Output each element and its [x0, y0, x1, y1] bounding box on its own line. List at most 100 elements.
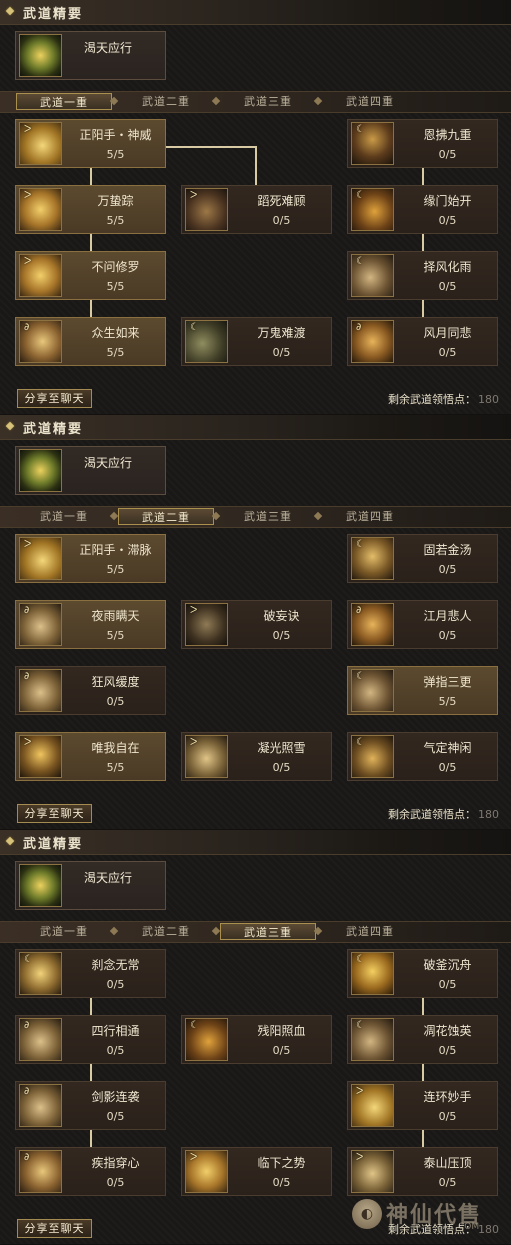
green-palm-icon: ☾ [185, 320, 228, 363]
skill-name: 破釜沉舟 [423, 958, 472, 972]
skill-node[interactable]: ☾ 刹念无常 0/5 [15, 949, 166, 998]
skill-node[interactable]: ᐳ 不问修罗 5/5 [15, 251, 166, 300]
tab-tier-3[interactable]: 武道三重 [220, 93, 316, 110]
mountain-icon: ᐳ [351, 1150, 394, 1193]
section-title: 武道精要 [23, 7, 84, 22]
mountain-icon: ᐳ [185, 735, 228, 778]
tab-tier-1[interactable]: 武道一重 [16, 93, 112, 110]
icon-rune: ᐳ [356, 1152, 364, 1163]
skill-node[interactable]: ∂ 四行相通 0/5 [15, 1015, 166, 1064]
golden-shield-icon: ☾ [351, 537, 394, 580]
icon-rune: ☾ [356, 190, 365, 201]
skill-node[interactable]: ☾ 缘门始开 0/5 [347, 185, 498, 234]
skill-level: 0/5 [438, 148, 457, 161]
essence-skill-name: 渴天应行 [84, 456, 133, 470]
tab-tier-3[interactable]: 武道三重 [220, 508, 316, 525]
essence-skill[interactable]: 渴天应行 [15, 861, 166, 910]
skill-panel: 武道精要渴天应行武道一重 武道二重 武道三重 武道四重 ᐳ 正阳手・滞脉 5/5 ☾ 固若金汤 0… [0, 415, 511, 829]
skill-node[interactable]: ☾ 凋花蚀英 0/5 [347, 1015, 498, 1064]
sword-slash-icon: ∂ [19, 669, 62, 712]
skill-name: 凝光照雪 [257, 741, 306, 755]
connector-line [422, 233, 424, 251]
skill-name: 正阳手・神威 [79, 128, 152, 142]
skill-name: 刹念无常 [91, 958, 140, 972]
icon-rune: ☾ [24, 954, 33, 965]
connector-line [422, 1129, 424, 1147]
tab-tier-1[interactable]: 武道一重 [16, 508, 112, 525]
icon-rune: ᐳ [190, 190, 198, 201]
skill-node[interactable]: ᐳ 正阳手・滞脉 5/5 [15, 534, 166, 583]
tab-tier-2[interactable]: 武道二重 [118, 93, 214, 110]
skill-level: 5/5 [106, 761, 125, 774]
skill-name: 固若金汤 [423, 543, 472, 557]
share-to-chat-button[interactable]: 分享至聊天 [17, 389, 92, 408]
skill-node[interactable]: ☾ 固若金汤 0/5 [347, 534, 498, 583]
skill-node[interactable]: ∂ 疾指穿心 0/5 [15, 1147, 166, 1196]
skill-node[interactable]: ∂ 风月同悲 0/5 [347, 317, 498, 366]
golden-fist-icon: ᐳ [19, 188, 62, 231]
wind-blade-icon: ☾ [351, 669, 394, 712]
flame-swirl-icon: ∂ [351, 603, 394, 646]
essence-skill[interactable]: 渴天应行 [15, 446, 166, 495]
tab-bar: 武道一重 武道二重 武道三重 武道四重 [0, 921, 511, 943]
share-to-chat-button[interactable]: 分享至聊天 [17, 804, 92, 823]
tab-tier-3[interactable]: 武道三重 [220, 923, 316, 940]
essence-skill[interactable]: 渴天应行 [15, 31, 166, 80]
connector-line [90, 997, 92, 1015]
icon-rune: ∂ [24, 1152, 30, 1163]
skill-level: 0/5 [272, 346, 291, 359]
tab-tier-2[interactable]: 武道二重 [118, 508, 214, 525]
tab-tier-4[interactable]: 武道四重 [322, 93, 418, 110]
watermark-sub: COM [458, 1222, 480, 1232]
section-header: 武道精要 [0, 830, 511, 855]
tab-tier-1[interactable]: 武道一重 [16, 923, 112, 940]
skill-name: 残阳照血 [257, 1024, 306, 1038]
skill-level: 0/5 [438, 563, 457, 576]
skill-node[interactable]: ∂ 剑影连袭 0/5 [15, 1081, 166, 1130]
connector-line [90, 167, 92, 185]
tab-tier-2[interactable]: 武道二重 [118, 923, 214, 940]
skill-node[interactable]: ☾ 弹指三更 5/5 [347, 666, 498, 715]
skill-name: 狂风缓度 [91, 675, 140, 689]
sword-slash-icon: ∂ [19, 1018, 62, 1061]
remaining-points: 剩余武道领悟点： 180 [388, 806, 499, 822]
icon-art [20, 450, 61, 491]
icon-art [20, 35, 61, 76]
skill-node[interactable]: ☾ 残阳照血 0/5 [181, 1015, 332, 1064]
skill-node[interactable]: ᐳ 万蛰踪 5/5 [15, 185, 166, 234]
section-title: 武道精要 [23, 422, 84, 437]
skill-node[interactable]: ∂ 江月悲人 0/5 [347, 600, 498, 649]
skill-level: 0/5 [438, 214, 457, 227]
connector-line [422, 1063, 424, 1081]
tab-tier-4[interactable]: 武道四重 [322, 923, 418, 940]
skill-node[interactable]: ∂ 狂风缓度 0/5 [15, 666, 166, 715]
icon-rune: ☾ [356, 539, 365, 550]
skill-level: 0/5 [438, 280, 457, 293]
skill-node[interactable]: ᐳ 破妄诀 0/5 [181, 600, 332, 649]
skill-node[interactable]: ∂ 夜雨瞒天 5/5 [15, 600, 166, 649]
skill-node[interactable]: ᐳ 泰山压顶 0/5 [347, 1147, 498, 1196]
skill-name: 剑影连袭 [91, 1090, 140, 1104]
skill-node[interactable]: ᐳ 连环妙手 0/5 [347, 1081, 498, 1130]
skill-name: 夜雨瞒天 [91, 609, 140, 623]
skill-node[interactable]: ∂ 众生如来 5/5 [15, 317, 166, 366]
skill-node[interactable]: ᐳ 蹈死难顾 0/5 [181, 185, 332, 234]
flame-armor-icon: ☾ [351, 122, 394, 165]
tab-tier-4[interactable]: 武道四重 [322, 508, 418, 525]
skill-node[interactable]: ☾ 择风化雨 0/5 [347, 251, 498, 300]
skill-node[interactable]: ᐳ 临下之势 0/5 [181, 1147, 332, 1196]
skill-node[interactable]: ᐳ 正阳手・神威 5/5 [15, 119, 166, 168]
skill-level: 0/5 [106, 1176, 125, 1189]
skill-node[interactable]: ᐳ 凝光照雪 0/5 [181, 732, 332, 781]
skill-node[interactable]: ☾ 破釜沉舟 0/5 [347, 949, 498, 998]
share-to-chat-button[interactable]: 分享至聊天 [17, 1219, 92, 1238]
wind-blade-icon: ☾ [351, 254, 394, 297]
skill-name: 众生如来 [91, 326, 140, 340]
skill-node[interactable]: ☾ 万鬼难渡 0/5 [181, 317, 332, 366]
skill-node[interactable]: ᐳ 唯我自在 5/5 [15, 732, 166, 781]
skill-name: 风月同悲 [423, 326, 472, 340]
golden-palm-icon: ᐳ [19, 122, 62, 165]
skill-node[interactable]: ☾ 恩拂九重 0/5 [347, 119, 498, 168]
points-value: 180 [478, 808, 499, 821]
skill-node[interactable]: ☾ 气定神闲 0/5 [347, 732, 498, 781]
